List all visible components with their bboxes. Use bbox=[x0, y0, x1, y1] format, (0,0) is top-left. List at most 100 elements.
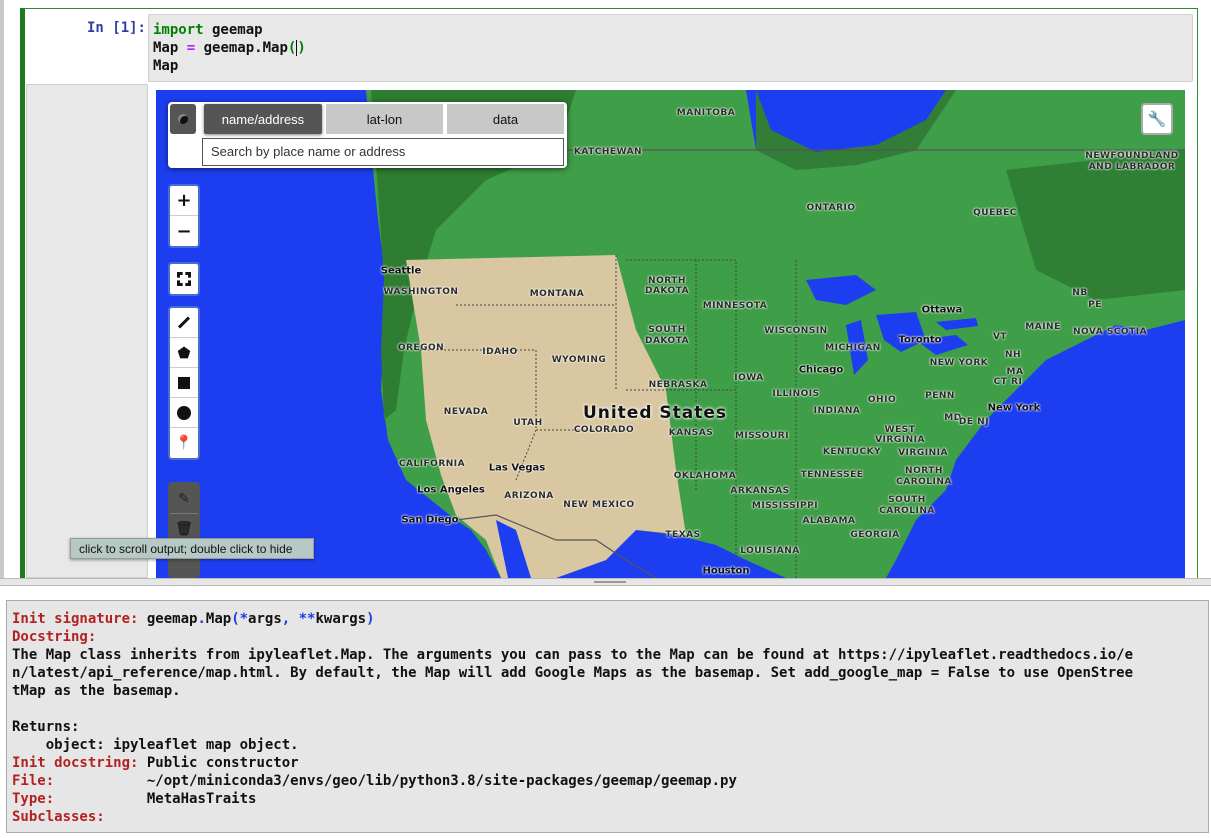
map-label: PENN bbox=[925, 391, 955, 401]
field-value: Public constructor bbox=[138, 755, 299, 771]
city-label: Los Angeles bbox=[417, 484, 485, 496]
zoom-control: + − bbox=[168, 184, 200, 248]
toolbar-wrench-button[interactable]: 🔧 bbox=[1141, 103, 1173, 135]
draw-polygon-button[interactable]: ⬟ bbox=[170, 338, 198, 368]
draw-rectangle-button[interactable] bbox=[170, 368, 198, 398]
polygon-icon: ⬟ bbox=[177, 343, 191, 362]
map-label: TEXAS bbox=[665, 530, 701, 540]
fullscreen-button[interactable] bbox=[168, 262, 200, 296]
tab-name-address[interactable]: name/address bbox=[204, 104, 322, 134]
code-text: Map bbox=[153, 40, 187, 56]
code-text: geemap bbox=[203, 22, 263, 38]
map-label: KANSAS bbox=[668, 428, 714, 438]
map-label: MAINE bbox=[1025, 322, 1061, 332]
map-label: MINNESOTA bbox=[702, 301, 768, 311]
map-label: KENTUCKY bbox=[822, 447, 882, 457]
fullscreen-icon bbox=[170, 264, 198, 294]
map-label: NEVADA bbox=[443, 407, 489, 417]
map-label: MISSISSIPPI bbox=[751, 501, 819, 511]
signature-text: . bbox=[197, 611, 206, 627]
draw-polyline-button[interactable] bbox=[170, 308, 198, 338]
output-prompt-area[interactable] bbox=[26, 84, 148, 578]
signature-text: Map bbox=[205, 611, 232, 627]
map-label: KATCHEWAN bbox=[573, 147, 643, 157]
map-label: NEWFOUNDLAND bbox=[1085, 151, 1179, 161]
map-label: NEW MEXICO bbox=[563, 500, 635, 510]
field-label: Subclasses: bbox=[12, 809, 105, 825]
draw-toolbar: ⬟ 📍 bbox=[168, 306, 200, 460]
map-label: NH bbox=[1004, 350, 1022, 360]
search-input[interactable]: Search by place name or address bbox=[202, 138, 564, 166]
notebook-left-edge bbox=[0, 0, 4, 578]
map-label: CALIFORNIA bbox=[398, 459, 466, 469]
city-label: Houston bbox=[702, 565, 750, 577]
map-label: ILLINOIS bbox=[772, 389, 820, 399]
docstring-line: tMap as the basemap. bbox=[12, 683, 181, 699]
polyline-icon bbox=[177, 316, 191, 329]
field-label: Init signature: bbox=[12, 611, 139, 627]
city-label: New York bbox=[987, 402, 1041, 414]
map-label: MONTANA bbox=[529, 289, 585, 299]
draw-circle-button[interactable] bbox=[170, 398, 198, 428]
map-label: CAROLINA bbox=[896, 477, 952, 487]
docstring-line: The Map class inherits from ipyleaflet.M… bbox=[12, 647, 1134, 663]
map-label: CAROLINA bbox=[879, 506, 935, 516]
signature-text: , ** bbox=[281, 611, 316, 627]
code-editor[interactable]: import geemap Map = geemap.Map() Map bbox=[148, 14, 1193, 82]
zoom-out-button[interactable]: − bbox=[170, 216, 198, 246]
field-label: Type: bbox=[12, 791, 55, 807]
map-label: NEW YORK bbox=[929, 358, 989, 368]
map-label: ONTARIO bbox=[806, 203, 856, 213]
search-control: name/address lat-lon data Search by plac… bbox=[168, 102, 567, 168]
city-label: Ottawa bbox=[921, 304, 963, 316]
draw-marker-button[interactable]: 📍 bbox=[170, 428, 198, 458]
city-label: Toronto bbox=[898, 334, 942, 346]
city-label: San Diego bbox=[401, 514, 459, 526]
map-label: VT bbox=[992, 332, 1008, 342]
signature-text: geemap bbox=[138, 611, 198, 627]
globe-icon[interactable] bbox=[170, 104, 196, 134]
map-label: SOUTH bbox=[888, 495, 926, 505]
map-label: MANITOBA bbox=[676, 108, 736, 118]
map-label: AND LABRADOR bbox=[1088, 162, 1176, 172]
map-label: WISCONSIN bbox=[764, 326, 828, 336]
signature-text: (* bbox=[231, 611, 249, 627]
input-prompt: In [1]: bbox=[86, 20, 146, 36]
code-text: geemap.Map bbox=[195, 40, 288, 56]
rectangle-icon bbox=[178, 376, 190, 389]
wrench-icon: 🔧 bbox=[1147, 110, 1167, 128]
code-keyword: import bbox=[153, 22, 204, 38]
trash-icon: 🗑 bbox=[175, 520, 193, 537]
map-label: TENNESSEE bbox=[800, 470, 864, 480]
map-label: QUEBEC bbox=[973, 208, 1017, 218]
docstring-pager[interactable]: Init signature: geemap.Map(*args, **kwar… bbox=[6, 600, 1209, 833]
map-label: OKLAHOMA bbox=[673, 471, 737, 481]
map-label: OHIO bbox=[867, 395, 897, 405]
map-label: UTAH bbox=[513, 418, 543, 428]
edit-toolbar: ✎ 🗑 bbox=[168, 482, 200, 578]
zoom-in-button[interactable]: + bbox=[170, 186, 198, 216]
map-label: GEORGIA bbox=[850, 530, 900, 540]
map-label: IDAHO bbox=[482, 347, 518, 357]
edit-icon: ✎ bbox=[178, 490, 190, 507]
city-label: Chicago bbox=[798, 364, 844, 376]
map-label: PE bbox=[1088, 300, 1102, 310]
field-label: Init docstring: bbox=[12, 755, 139, 771]
map-label: LOUISIANA bbox=[740, 546, 800, 556]
drag-handle[interactable] bbox=[594, 581, 626, 583]
map-label: WEST bbox=[884, 425, 916, 435]
edit-layers-button[interactable]: ✎ bbox=[170, 484, 198, 514]
map-widget[interactable]: MANITOBA KATCHEWAN NEWFOUNDLAND AND LABR… bbox=[156, 90, 1185, 578]
pager-splitter[interactable] bbox=[0, 578, 1211, 586]
map-label: DE NJ bbox=[958, 417, 990, 427]
marker-icon: 📍 bbox=[175, 435, 193, 451]
tab-data[interactable]: data bbox=[447, 104, 564, 134]
map-label: ARIZONA bbox=[504, 491, 554, 501]
map-label: WASHINGTON bbox=[383, 287, 459, 297]
map-label: WYOMING bbox=[551, 355, 607, 365]
city-label: Seattle bbox=[380, 265, 422, 277]
tab-lat-lon[interactable]: lat-lon bbox=[326, 104, 443, 134]
field-value: MetaHasTraits bbox=[54, 791, 257, 807]
signature-text: args bbox=[248, 611, 282, 627]
signature-text: ) bbox=[366, 611, 375, 627]
